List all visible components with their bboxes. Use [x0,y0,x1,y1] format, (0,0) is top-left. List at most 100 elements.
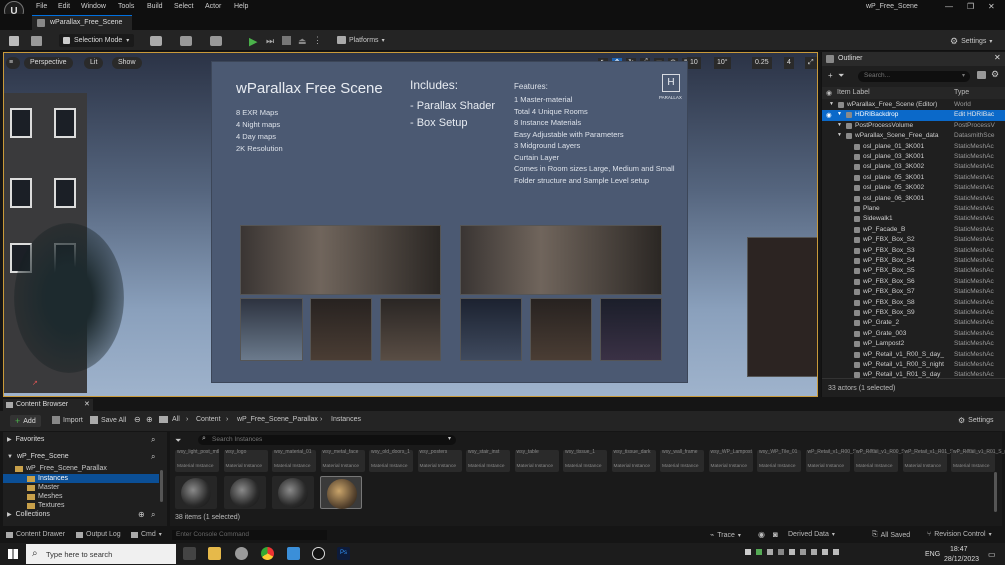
asset-tile[interactable]: wP_Retail_v1_R01_S_night Material Instanc… [951,450,1005,472]
camera-speed-value[interactable]: 4 [784,57,794,69]
tray-icon[interactable] [778,549,784,555]
import-button[interactable]: Import [52,416,83,424]
add-icon[interactable]: + [828,71,833,80]
asset-tile[interactable]: wsy_posters Material Instance [417,450,462,472]
lit-button[interactable]: Lit [84,57,104,69]
selection-mode-dropdown[interactable]: Selection Mode ▾ [59,34,134,47]
outliner-row[interactable]: wP_FBX_Box_S9 StaticMeshAc [822,308,1005,318]
content-icon[interactable] [31,36,42,46]
level-viewport[interactable]: ≡ Perspective Lit Show ↖ ✥ ↻ ⤢ ▭ ◍ ▦ 10 … [3,52,818,397]
asset-tile[interactable]: wsy_light_post_mtl Material Instance [175,450,219,472]
save-all-button[interactable]: Save All [90,416,126,424]
clock-time[interactable]: 18:47 [950,546,968,553]
outliner-row[interactable]: osl_plane_03_3K002 StaticMeshAc [822,162,1005,172]
outliner-row[interactable]: wP_Grate_003 StaticMeshAc [822,329,1005,339]
content-browser-tab[interactable]: Content Browser ✕ [3,399,93,411]
trace-button[interactable]: ⌁ Trace ▾ [710,531,741,540]
menu-item-tools[interactable]: Tools [118,3,134,10]
breadcrumb-item[interactable]: All [172,416,180,423]
outliner-row[interactable]: osl_plane_01_3K001 StaticMeshAc [822,142,1005,152]
asset-tile[interactable]: wsy_table Material Instance [514,450,559,472]
close-icon[interactable]: ✕ [84,400,90,408]
app-icon[interactable] [287,547,300,560]
rotation-snap-value[interactable]: 10° [714,57,731,69]
asset-tile[interactable]: wsy_tissue_1 Material Instance [563,450,607,472]
root-folder[interactable]: ▼ wP_Free_Scene [7,453,69,460]
record-icon[interactable]: ◉ [758,530,765,539]
collections-section[interactable]: ▶ Collections [7,511,50,518]
eject-icon[interactable]: ⏏ [298,36,307,47]
save-icon[interactable] [9,36,19,46]
skip-icon[interactable]: ⏭ [266,36,274,47]
scrollbar[interactable] [160,470,163,502]
tray-icon[interactable] [756,549,762,555]
filter-icon[interactable]: ⏷ [175,436,181,446]
asset-tile[interactable]: wsy_WP_Tile_01 Material Instance [757,450,801,472]
outliner-row[interactable]: wP_FBX_Box_S8 StaticMeshAc [822,298,1005,308]
play-icon[interactable]: ▶ [249,35,257,48]
outliner-row[interactable]: wP_Lampost2 StaticMeshAc [822,339,1005,349]
blueprint-icon[interactable] [180,36,192,46]
clock-date[interactable]: 28/12/2023 [944,556,979,563]
chrome-icon[interactable] [261,547,274,560]
chevron-down-icon[interactable]: ▼ [829,101,834,107]
outliner-row[interactable]: wP_FBX_Box_S6 StaticMeshAc [822,277,1005,287]
taskbar-search-input[interactable]: ⌕ Type here to search [26,544,176,564]
asset-tile[interactable]: wsy_wall_frame Material Instance [660,450,704,472]
content-drawer-button[interactable]: Content Drawer [6,531,65,538]
outliner-row[interactable]: wP_FBX_Box_S3 StaticMeshAc [822,246,1005,256]
outliner-row[interactable]: wP_FBX_Box_S4 StaticMeshAc [822,256,1005,266]
tray-icon[interactable] [767,549,773,555]
tray-icon[interactable] [811,549,817,555]
menu-item-edit[interactable]: Edit [58,3,70,10]
outliner-row[interactable]: ◉ ▼ HDRIBackdrop Edit HDRIBac [822,110,1005,121]
outliner-row[interactable]: ▼ wParallax_Scene_Free_data DatasmithSce [822,131,1005,141]
breadcrumb-item[interactable]: wP_Free_Scene_Parallax [237,416,318,423]
gear-icon[interactable]: ⚙ [991,69,999,80]
outliner-row[interactable]: osl_plane_06_3K001 StaticMeshAc [822,194,1005,204]
menu-item-file[interactable]: File [36,3,47,10]
outliner-row[interactable]: wP_FBX_Box_S7 StaticMeshAc [822,287,1005,297]
outliner-row[interactable]: osl_plane_05_3K001 StaticMeshAc [822,173,1005,183]
outliner-row[interactable]: wP_Retail_v1_R00_S_night StaticMeshAc [822,360,1005,370]
menu-item-window[interactable]: Window [81,3,106,10]
revision-control-button[interactable]: ⑂ Revision Control ▾ [927,531,992,538]
folder-item-selected[interactable]: Instances [3,474,159,483]
menu-item-select[interactable]: Select [174,3,193,10]
unreal-taskbar-icon[interactable] [312,547,325,560]
asset-tile[interactable]: wsy_WP_Lampost Material Instance [708,450,753,472]
outliner-row[interactable]: wP_Retail_v1_R00_S_day_ StaticMeshAc [822,350,1005,360]
folder-icon[interactable] [159,416,168,423]
language-indicator[interactable]: ENG [925,551,940,558]
file-explorer-icon[interactable] [208,547,221,560]
menu-item-build[interactable]: Build [147,3,163,10]
derived-data-button[interactable]: Derived Data ▾ [788,531,835,538]
screenshot-icon[interactable]: ◙ [773,530,778,539]
asset-tile[interactable]: wsy_material_01 Material Instance [272,450,316,472]
material-thumbnail-selected[interactable] [320,476,362,509]
platforms-button[interactable]: Platforms ▾ [337,36,385,44]
forward-icon[interactable]: ⊕ [146,415,153,424]
minimize-icon[interactable]: — [945,2,953,11]
cmd-dropdown[interactable]: Cmd ▾ [131,531,162,538]
folder-item[interactable]: wP_Free_Scene_Parallax [15,465,107,472]
photoshop-icon[interactable]: Ps [337,547,350,560]
breadcrumb-item[interactable]: Instances [331,416,361,423]
outliner-row[interactable]: Sidewalk1 StaticMeshAc [822,214,1005,224]
folder-item[interactable]: Master [27,484,59,491]
grid-snap-value[interactable]: 10 [687,57,701,69]
network-icon[interactable] [822,549,828,555]
cb-settings-button[interactable]: ⚙ Settings [958,416,993,425]
breadcrumb-item[interactable]: Content [196,416,221,423]
tray-icon[interactable] [800,549,806,555]
visibility-icon[interactable]: ◉ [826,89,832,97]
stop-icon[interactable] [282,36,291,45]
search-icon[interactable]: ⌕ [151,510,155,520]
material-thumbnail[interactable] [272,476,314,509]
search-icon[interactable]: ⌕ [151,435,155,445]
volume-icon[interactable] [833,549,839,555]
outliner-row[interactable]: osl_plane_03_3K001 StaticMeshAc [822,152,1005,162]
folder-item[interactable]: Textures [27,502,64,509]
asset-tile[interactable]: wP_Retail_v1_R00_S_night Material Instanc… [854,450,918,472]
close-icon[interactable]: ✕ [988,2,995,11]
